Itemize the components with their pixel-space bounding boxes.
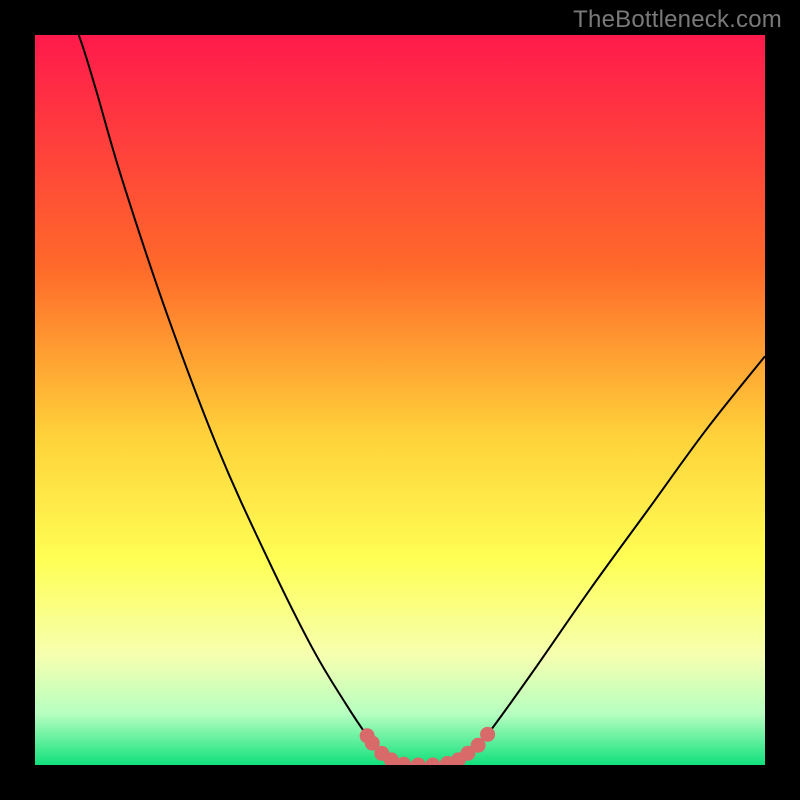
chart-area: [35, 35, 765, 765]
outer-frame: TheBottleneck.com: [0, 0, 800, 800]
gradient-background: [35, 35, 765, 765]
trough-marker: [480, 727, 495, 742]
chart-svg: [35, 35, 765, 765]
watermark-text: TheBottleneck.com: [573, 6, 782, 34]
